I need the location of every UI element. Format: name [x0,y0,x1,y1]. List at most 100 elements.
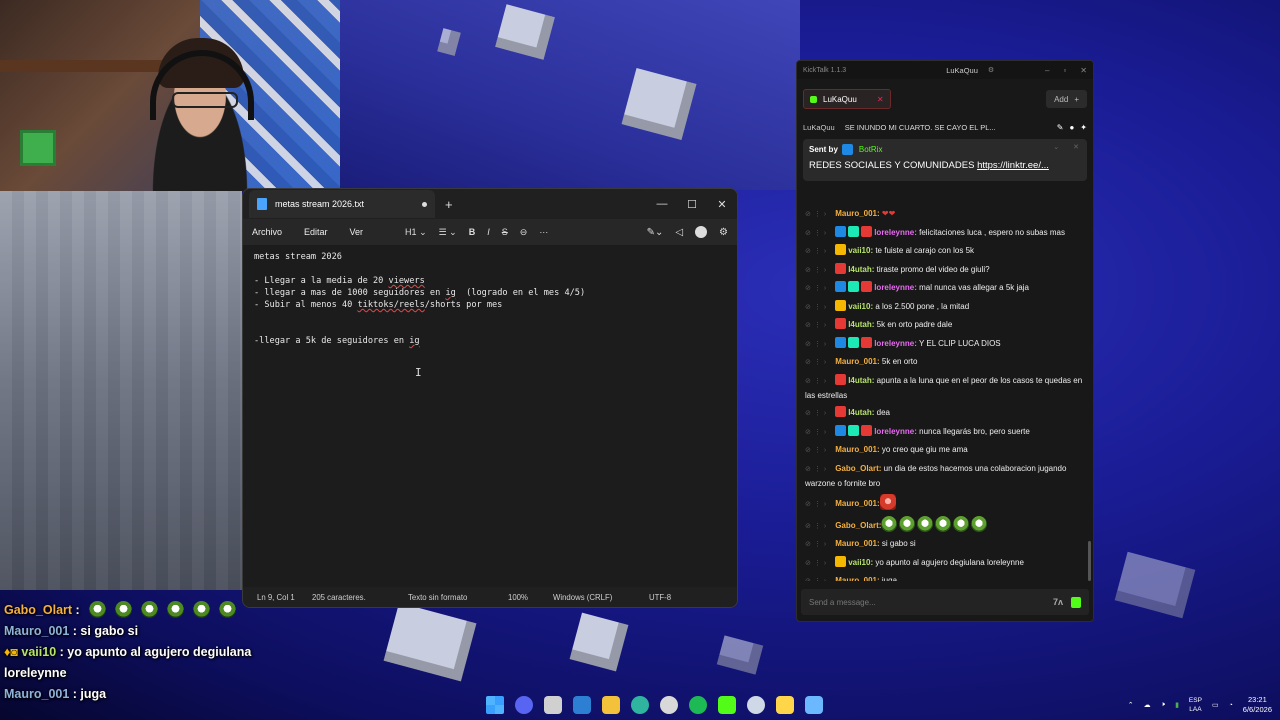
mod-actions-icon[interactable]: ⊘⋮› [805,322,829,329]
chrome-icon[interactable] [660,696,678,714]
notepad-icon[interactable] [805,696,823,714]
chat-message[interactable]: ⊘⋮› Mauro_001: [803,494,1087,512]
chat-username[interactable]: Mauro_001: [835,445,879,454]
chat-username[interactable]: Mauro_001: [835,499,879,508]
chat-message[interactable]: ⊘⋮› loreleynne: mal nunca vas allegar a 5… [803,281,1087,296]
menu-ver[interactable]: Ver [350,227,364,237]
add-button[interactable]: Add + [1046,90,1087,108]
mod-actions-icon[interactable]: ⊘⋮› [805,410,829,417]
mod-actions-icon[interactable]: ⊘⋮› [805,359,829,366]
announce-icon[interactable]: ◁ [675,227,683,238]
kicktalk-icon[interactable] [776,696,794,714]
mic-icon[interactable]: ▮ [1175,701,1179,709]
chat-username[interactable]: Mauro_001: [835,357,879,366]
chat-message[interactable]: ⊘⋮› Mauro_001: si gabo si [803,537,1087,552]
chat-message[interactable]: ⊘⋮› Gabo_Olart: un dia de estos hacemos u… [803,462,1087,491]
chat-username[interactable]: Gabo_Olart: [835,521,881,530]
mod-actions-icon[interactable]: ⊘⋮› [805,523,829,530]
chat-scrollbar[interactable] [1088,541,1091,581]
chat-username[interactable]: Mauro_001: [835,539,879,548]
strikethrough-icon[interactable]: S [502,227,508,237]
maximize-icon[interactable]: ▫ [1063,66,1066,75]
mod-actions-icon[interactable]: ⊘⋮› [805,541,829,548]
more-icon[interactable]: ··· [539,227,548,237]
mod-actions-icon[interactable]: ⊘⋮› [805,341,829,348]
chat-message[interactable]: ⊘⋮› vaii10: te fuiste al carajo con los 5… [803,244,1087,259]
close-icon[interactable]: ✕ [707,198,737,211]
mod-actions-icon[interactable]: ⊘⋮› [805,447,829,454]
file-explorer-icon[interactable] [602,696,620,714]
chat-message[interactable]: ⊘⋮› l4utah: 5k en orto padre dale [803,318,1087,333]
message-input[interactable]: Send a message... 7ʌ [801,589,1089,615]
mod-actions-icon[interactable]: ⊘⋮› [805,285,829,292]
translate-icon[interactable]: 7ʌ [1053,597,1063,607]
chat-message[interactable]: ⊘⋮› Mauro_001: juga [803,574,1087,581]
text-editor[interactable]: metas stream 2026 - Llegar a la media de… [243,245,737,587]
chat-message[interactable]: ⊘⋮› Mauro_001: ❤❤ [803,207,1087,222]
chat-message[interactable]: ⊘⋮› loreleynne: Y EL CLIP LUCA DIOS [803,336,1087,352]
language-indicator[interactable]: ESP LAA [1189,696,1202,714]
discord-icon[interactable] [515,696,533,714]
new-tab-icon[interactable]: + [445,197,453,212]
bold-icon[interactable]: B [469,227,476,237]
chat-message[interactable]: ⊘⋮› l4utah: apunta a la luna que en el pe… [803,373,1087,403]
encoding[interactable]: UTF-8 [649,593,699,602]
chat-username[interactable]: vaii10: [848,302,873,311]
chat-username[interactable]: loreleynne: [874,228,917,237]
chat-username[interactable]: loreleynne: [874,339,917,348]
chat-username[interactable]: Mauro_001: [835,576,879,581]
account-icon[interactable] [695,226,708,238]
unsaved-dot-icon[interactable] [422,201,427,207]
heading-dropdown[interactable]: H1 ⌄ [405,227,427,238]
chat-username[interactable]: l4utah: [848,408,874,417]
task-view-icon[interactable] [544,696,562,714]
notepad-tab[interactable]: metas stream 2026.txt [249,190,435,218]
windows-icon[interactable] [486,696,504,714]
close-icon[interactable]: ✕ [1080,66,1087,75]
unpin-icon[interactable]: ✕ [1073,143,1079,151]
chat-username[interactable]: loreleynne: [874,283,917,292]
clock[interactable]: 23:21 6/6/2026 [1243,695,1272,715]
italic-icon[interactable]: I [487,227,490,237]
list-icon[interactable]: ☰ ⌄ [439,227,457,238]
display-icon[interactable]: ▭ [1212,701,1219,709]
gear-icon[interactable]: ⚙ [988,66,994,74]
chat-message[interactable]: ⊘⋮› l4utah: tiraste promo del video de gi… [803,262,1087,278]
menu-editar[interactable]: Editar [304,227,328,237]
spotify-icon[interactable] [689,696,707,714]
chat-username[interactable]: Mauro_001: [835,209,879,218]
pinned-link[interactable]: https://linktr.ee/... [977,160,1049,171]
line-endings[interactable]: Windows (CRLF) [553,593,649,602]
chat-username[interactable]: l4utah: [848,376,874,385]
user-icon[interactable]: ● [1069,123,1074,132]
chevron-up-icon[interactable]: ⌃ [1128,701,1134,709]
chat-username[interactable]: l4utah: [848,265,874,274]
chat-message[interactable]: ⊘⋮› loreleynne: nunca llegarás bro, pero … [803,424,1087,440]
mod-actions-icon[interactable]: ⊘⋮› [805,578,829,581]
zoom-level[interactable]: 100% [508,593,553,602]
edge-icon[interactable] [631,696,649,714]
mod-actions-icon[interactable]: ⊘⋮› [805,230,829,237]
chat-message[interactable]: ⊘⋮› vaii10: a los 2.500 pone , la mitad [803,299,1087,315]
close-tab-icon[interactable]: ✕ [877,95,884,104]
store-icon[interactable] [573,696,591,714]
minimize-icon[interactable]: — [647,198,677,211]
kick-emote-icon[interactable] [1071,596,1081,608]
pencil-icon[interactable]: ✎ [1057,123,1064,132]
text-format[interactable]: Texto sin formato [408,593,508,602]
chat-username[interactable]: loreleynne: [874,427,917,436]
mod-actions-icon[interactable]: ⊘⋮› [805,267,829,274]
mod-actions-icon[interactable]: ⊘⋮› [805,304,829,311]
mod-actions-icon[interactable]: ⊘⋮› [805,501,829,508]
chat-message[interactable]: ⊘⋮› Gabo_Olart: [803,515,1087,534]
settings-icon[interactable]: ⚙ [719,227,728,238]
chat-message[interactable]: ⊘⋮› vaii10: yo apunto al agujero degiulan… [803,555,1087,571]
chevron-down-icon[interactable]: ⌄ [1053,143,1059,151]
chat-message[interactable]: ⊘⋮› Mauro_001: yo creo que giu me ama [803,443,1087,458]
menu-archivo[interactable]: Archivo [252,227,282,237]
mod-actions-icon[interactable]: ⊘⋮› [805,211,829,218]
link-icon[interactable]: ⊖ [520,227,528,238]
chat-username[interactable]: vaii10: [848,558,873,567]
mod-actions-icon[interactable]: ⊘⋮› [805,466,829,473]
chat-tab[interactable]: LuKaQuu ✕ [803,89,891,109]
